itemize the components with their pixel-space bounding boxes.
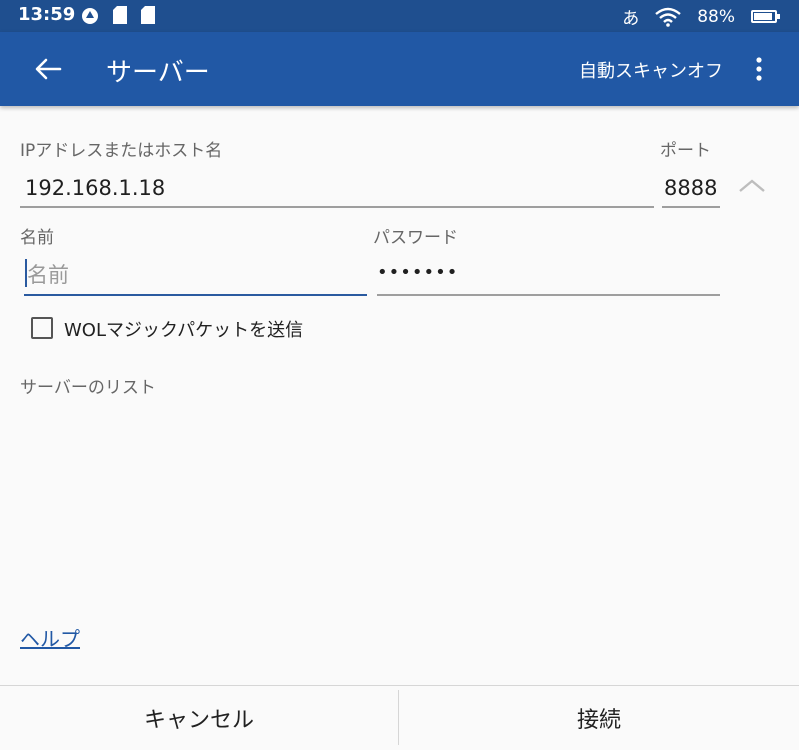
text-cursor [25, 259, 27, 287]
help-link[interactable]: ヘルプ [20, 623, 80, 652]
status-time: 13:59 [18, 4, 76, 25]
cancel-button-label: キャンセル [143, 708, 254, 733]
battery-icon [751, 10, 780, 23]
password-input[interactable]: ••••••• [377, 262, 458, 283]
page-title: サーバー [106, 58, 210, 88]
battery-percent: 88% [697, 6, 735, 27]
port-input[interactable]: 8888 [664, 176, 717, 200]
cancel-button[interactable]: キャンセル [0, 686, 398, 750]
back-arrow-icon[interactable] [34, 57, 62, 81]
connect-button[interactable]: 接続 [399, 686, 799, 750]
app-notification-icon [82, 8, 98, 24]
host-input[interactable]: 192.168.1.18 [25, 176, 165, 200]
status-bar: 13:59 あ 88% [0, 0, 799, 32]
app-bar: サーバー 自動スキャンオフ [0, 32, 799, 106]
password-input-underline [377, 294, 720, 296]
ime-indicator: あ [622, 9, 640, 29]
wifi-icon [655, 7, 681, 27]
name-label: 名前 [20, 228, 54, 248]
port-label: ポート [660, 141, 711, 161]
auto-scan-toggle-button[interactable]: 自動スキャンオフ [579, 57, 723, 83]
host-label: IPアドレスまたはホスト名 [20, 141, 223, 161]
host-input-underline [20, 206, 654, 208]
more-vert-icon[interactable] [749, 54, 769, 84]
wol-checkbox-label[interactable]: WOLマジックパケットを送信 [64, 316, 303, 342]
battery-fill [754, 13, 772, 20]
port-input-underline [662, 206, 720, 208]
wol-checkbox[interactable] [31, 317, 53, 339]
password-label: パスワード [373, 228, 458, 248]
sd-card-icon [113, 6, 127, 24]
sd-card-icon [141, 6, 155, 24]
name-input-underline [24, 294, 367, 296]
server-list-header: サーバーのリスト [20, 378, 156, 398]
name-input[interactable] [27, 260, 363, 290]
connect-button-label: 接続 [576, 708, 621, 733]
collapse-chevron-up-icon[interactable] [738, 178, 766, 194]
